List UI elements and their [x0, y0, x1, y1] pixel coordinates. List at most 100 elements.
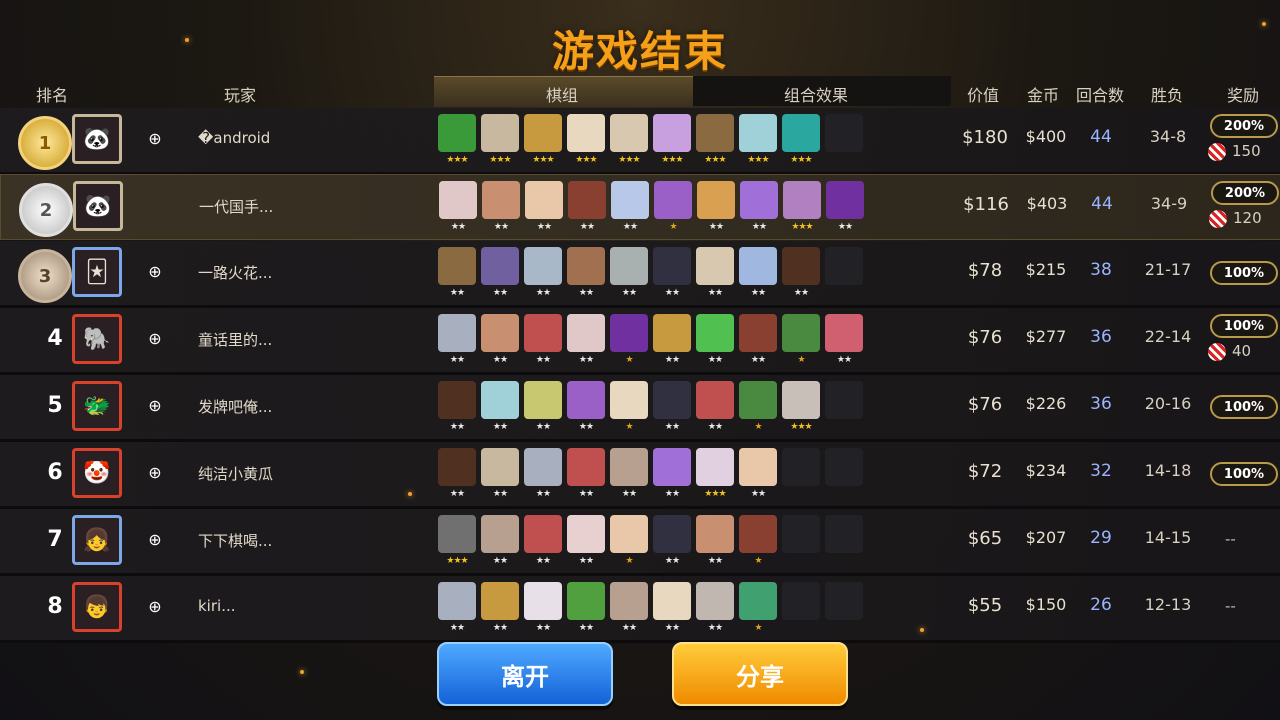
unit-icon[interactable]: ★★: [481, 582, 519, 638]
unit-icon[interactable]: ★★: [567, 247, 605, 303]
unit-icon[interactable]: ★★: [567, 515, 605, 571]
header-synergy[interactable]: 组合效果: [770, 82, 862, 106]
player-avatar[interactable]: 🐲: [72, 381, 122, 431]
unit-icon[interactable]: ★★★: [438, 114, 476, 170]
unit-icon[interactable]: ★★: [653, 448, 691, 504]
player-avatar[interactable]: 🐼: [73, 181, 123, 231]
unit-icon[interactable]: ★★: [739, 448, 777, 504]
add-friend-icon[interactable]: ⊕: [146, 598, 164, 616]
star-level-icon: ★★★: [704, 155, 726, 165]
unit-icon[interactable]: ★★: [696, 515, 734, 571]
unit-icon[interactable]: ★★: [481, 314, 519, 370]
unit-icon[interactable]: ★: [739, 381, 777, 437]
player-avatar[interactable]: 🃏: [72, 247, 122, 297]
unit-icon[interactable]: ★★: [696, 582, 734, 638]
unit-icon[interactable]: ★: [610, 314, 648, 370]
unit-icon[interactable]: ★★: [567, 314, 605, 370]
unit-icon[interactable]: ★★: [524, 247, 562, 303]
unit-face: [438, 381, 476, 419]
star-level-icon: ★: [625, 422, 633, 432]
unit-icon[interactable]: ★★: [653, 314, 691, 370]
unit-icon[interactable]: ★★: [610, 582, 648, 638]
unit-icon[interactable]: ★★★: [783, 181, 821, 237]
unit-icon[interactable]: ★★★: [782, 114, 820, 170]
player-avatar[interactable]: 👦: [72, 582, 122, 632]
unit-icon[interactable]: ★★: [739, 314, 777, 370]
player-avatar[interactable]: 🐘: [72, 314, 122, 364]
unit-icon[interactable]: ★★★: [610, 114, 648, 170]
unit-icon[interactable]: ★★: [482, 181, 520, 237]
unit-icon[interactable]: ★★: [697, 181, 735, 237]
unit-icon[interactable]: ★★: [653, 582, 691, 638]
unit-icon[interactable]: ★★: [567, 448, 605, 504]
unit-icon[interactable]: ★★★: [696, 448, 734, 504]
star-level-icon: ★★★: [532, 155, 554, 165]
unit-icon[interactable]: ★★: [524, 515, 562, 571]
unit-icon[interactable]: ★★: [826, 181, 864, 237]
player-avatar[interactable]: 🐼: [72, 114, 122, 164]
unit-icon[interactable]: ★★: [610, 247, 648, 303]
unit-icon[interactable]: ★★: [438, 448, 476, 504]
unit-icon[interactable]: ★★: [524, 582, 562, 638]
header-lineup[interactable]: 棋组: [530, 82, 594, 106]
unit-icon[interactable]: ★★★: [739, 114, 777, 170]
unit-icon[interactable]: ★★: [567, 381, 605, 437]
unit-icon[interactable]: ★★: [568, 181, 606, 237]
unit-icon[interactable]: ★★: [696, 314, 734, 370]
unit-icon[interactable]: ★★: [438, 381, 476, 437]
unit-icon[interactable]: ★★: [481, 381, 519, 437]
unit-face: [610, 582, 648, 620]
unit-icon[interactable]: ★★★: [567, 114, 605, 170]
unit-face: [438, 114, 476, 152]
star-level-icon: ★★: [578, 422, 594, 432]
unit-icon[interactable]: ★★: [524, 448, 562, 504]
unit-face: [481, 582, 519, 620]
unit-icon[interactable]: ★★★: [524, 114, 562, 170]
unit-icon[interactable]: ★★: [696, 247, 734, 303]
unit-icon[interactable]: ★★★: [653, 114, 691, 170]
unit-icon[interactable]: ★★★: [782, 381, 820, 437]
add-friend-icon[interactable]: ⊕: [146, 531, 164, 549]
unit-icon[interactable]: ★★: [653, 515, 691, 571]
add-friend-icon[interactable]: ⊕: [146, 330, 164, 348]
unit-icon[interactable]: ★★★: [481, 114, 519, 170]
unit-icon[interactable]: ★★: [653, 247, 691, 303]
unit-icon[interactable]: ★★: [525, 181, 563, 237]
unit-icon[interactable]: ★★★: [438, 515, 476, 571]
unit-icon[interactable]: ★★: [653, 381, 691, 437]
unit-icon[interactable]: ★★: [481, 448, 519, 504]
unit-icon[interactable]: ★: [610, 515, 648, 571]
unit-icon[interactable]: ★★: [438, 314, 476, 370]
player-avatar[interactable]: 🤡: [72, 448, 122, 498]
unit-icon[interactable]: ★: [739, 515, 777, 571]
unit-icon[interactable]: ★★: [739, 247, 777, 303]
unit-icon[interactable]: ★★: [782, 247, 820, 303]
unit-icon[interactable]: ★★: [481, 515, 519, 571]
unit-icon[interactable]: ★: [654, 181, 692, 237]
unit-icon[interactable]: ★★: [438, 582, 476, 638]
unit-icon[interactable]: ★★: [611, 181, 649, 237]
unit-icon[interactable]: ★★: [524, 314, 562, 370]
add-friend-icon[interactable]: ⊕: [146, 464, 164, 482]
add-friend-icon[interactable]: ⊕: [146, 130, 164, 148]
unit-icon[interactable]: ★★: [481, 247, 519, 303]
unit-icon[interactable]: ★★: [696, 381, 734, 437]
unit-icon[interactable]: ★: [782, 314, 820, 370]
unit-icon[interactable]: ★: [610, 381, 648, 437]
unit-icon[interactable]: ★★: [438, 247, 476, 303]
unit-icon[interactable]: ★★: [524, 381, 562, 437]
add-friend-icon[interactable]: ⊕: [146, 397, 164, 415]
unit-icon[interactable]: ★★★: [696, 114, 734, 170]
unit-face: [783, 181, 821, 219]
unit-icon[interactable]: ★: [739, 582, 777, 638]
unit-icon[interactable]: ★★: [439, 181, 477, 237]
leave-button[interactable]: 离开: [437, 642, 613, 706]
reward-multiplier-badge: 200%: [1211, 181, 1279, 205]
unit-icon[interactable]: ★★: [610, 448, 648, 504]
player-avatar[interactable]: 👧: [72, 515, 122, 565]
unit-icon[interactable]: ★★: [825, 314, 863, 370]
unit-icon[interactable]: ★★: [567, 582, 605, 638]
add-friend-icon[interactable]: ⊕: [146, 263, 164, 281]
unit-icon[interactable]: ★★: [740, 181, 778, 237]
share-button[interactable]: 分享: [672, 642, 848, 706]
